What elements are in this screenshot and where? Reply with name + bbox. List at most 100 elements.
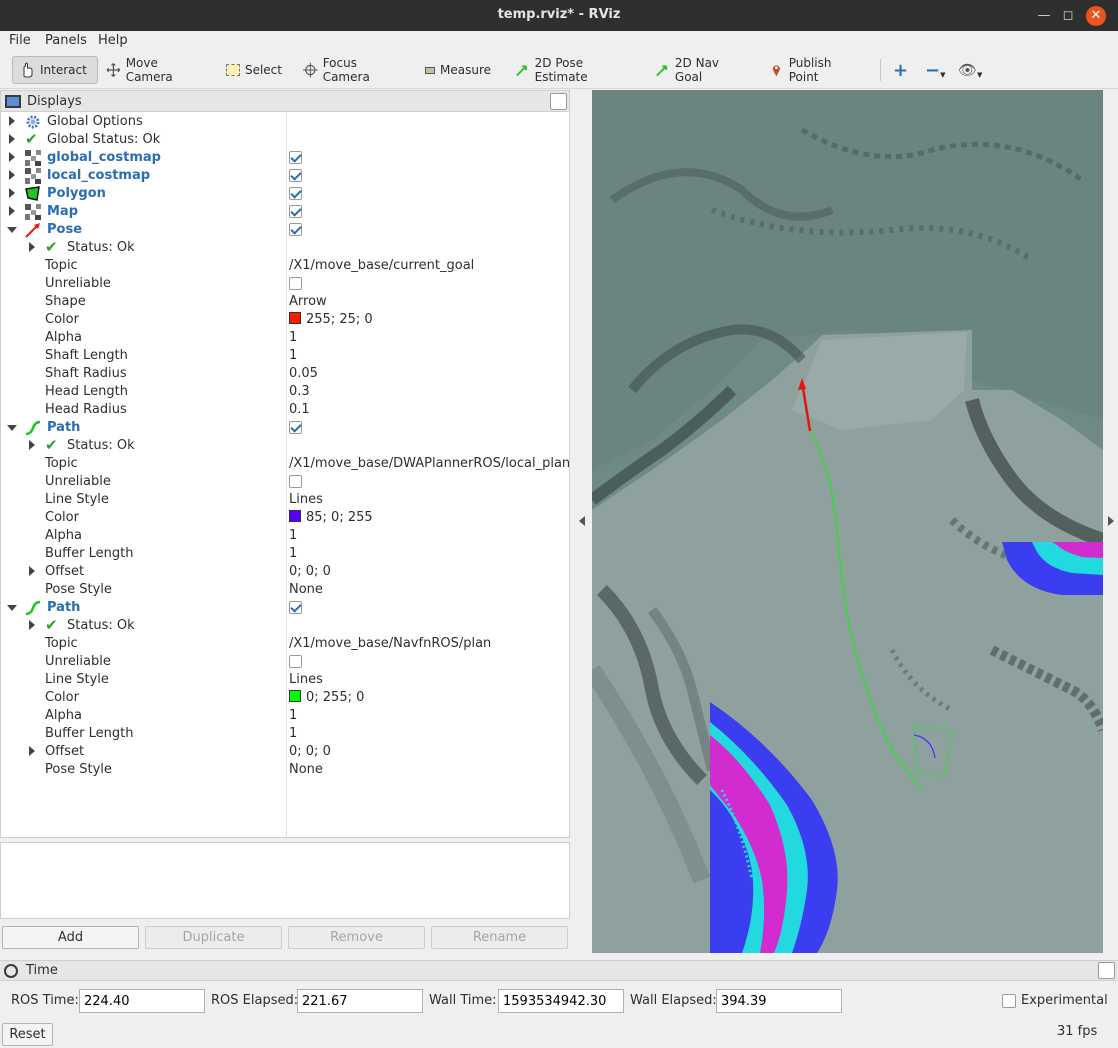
property-value[interactable]: 1 [289, 546, 297, 561]
property-value[interactable]: 0; 0; 0 [289, 744, 331, 759]
tree-row-path-local-alpha[interactable]: Alpha 1 [1, 527, 569, 545]
tree-row-path-global-status[interactable]: ✔ Status: Ok [1, 616, 569, 635]
tree-row-pose-shape[interactable]: Shape Arrow [1, 293, 569, 311]
property-value[interactable]: Arrow [289, 294, 327, 309]
property-value[interactable]: 0; 255; 0 [289, 690, 364, 705]
unreliable-checkbox[interactable] [289, 475, 302, 488]
property-value[interactable]: 1 [289, 528, 297, 543]
enabled-checkbox[interactable] [289, 169, 302, 182]
tree-row-path-global-line-style[interactable]: Line Style Lines [1, 671, 569, 689]
focus-camera-tool-button[interactable]: Focus Camera [296, 56, 408, 84]
tree-row-path-global-buffer[interactable]: Buffer Length 1 [1, 725, 569, 743]
tree-row-path-local-pose-style[interactable]: Pose Style None [1, 581, 569, 599]
property-value[interactable]: 1 [289, 348, 297, 363]
expand-arrow-icon[interactable] [9, 170, 15, 180]
tree-row-pose-topic[interactable]: Topic /X1/move_base/current_goal [1, 257, 569, 275]
tree-row-path-global-topic[interactable]: Topic /X1/move_base/NavfnROS/plan [1, 635, 569, 653]
tree-row-path-global-alpha[interactable]: Alpha 1 [1, 707, 569, 725]
tree-row-pose-shaft-radius[interactable]: Shaft Radius 0.05 [1, 365, 569, 383]
float-panel-button[interactable] [1098, 962, 1115, 979]
property-value[interactable]: /X1/move_base/NavfnROS/plan [289, 636, 491, 651]
expand-arrow-icon[interactable] [29, 440, 35, 450]
unreliable-checkbox[interactable] [289, 277, 302, 290]
expand-arrow-icon[interactable] [9, 152, 15, 162]
property-value[interactable]: /X1/move_base/DWAPlannerROS/local_plan [289, 456, 569, 471]
minimize-icon[interactable]: — [1034, 6, 1054, 26]
wall-elapsed-field[interactable] [716, 989, 842, 1013]
tree-row-pose-unreliable[interactable]: Unreliable [1, 275, 569, 293]
remove-tool-button[interactable]: − ▼ [921, 56, 949, 84]
tree-row-path-local-status[interactable]: ✔ Status: Ok [1, 436, 569, 455]
enabled-checkbox[interactable] [289, 205, 302, 218]
publish-point-tool-button[interactable]: Publish Point [762, 56, 866, 84]
enabled-checkbox[interactable] [289, 421, 302, 434]
tree-row-path-local[interactable]: Path [1, 419, 569, 437]
tree-row-global-costmap[interactable]: global_costmap [1, 149, 569, 167]
select-tool-button[interactable]: Select [219, 56, 289, 84]
tree-row-pose[interactable]: Pose [1, 221, 569, 239]
property-value[interactable]: 255; 25; 0 [289, 312, 373, 327]
property-value[interactable]: 0.3 [289, 384, 310, 399]
expand-arrow-icon[interactable] [9, 116, 15, 126]
property-value[interactable]: 85; 0; 255 [289, 510, 373, 525]
rename-button[interactable]: Rename [431, 926, 568, 949]
reset-button[interactable]: Reset [2, 1023, 53, 1046]
panels-tool-button[interactable]: 👁 ▼ [954, 56, 984, 84]
duplicate-button[interactable]: Duplicate [145, 926, 282, 949]
property-value[interactable]: 0; 0; 0 [289, 564, 331, 579]
maximize-icon[interactable]: ◻ [1058, 6, 1078, 26]
unreliable-checkbox[interactable] [289, 655, 302, 668]
ros-time-field[interactable] [79, 989, 205, 1013]
collapse-left-handle-icon[interactable] [579, 516, 587, 526]
expand-arrow-icon[interactable] [9, 206, 15, 216]
measure-tool-button[interactable]: Measure [418, 56, 498, 84]
property-value[interactable]: None [289, 582, 323, 597]
property-value[interactable]: 0.1 [289, 402, 310, 417]
tree-row-path-local-topic[interactable]: Topic /X1/move_base/DWAPlannerROS/local_… [1, 455, 569, 473]
enabled-checkbox[interactable] [289, 187, 302, 200]
tree-row-path-global[interactable]: Path [1, 599, 569, 617]
tree-row-global-options[interactable]: Global Options [1, 113, 569, 131]
property-value[interactable]: None [289, 762, 323, 777]
nav-goal-tool-button[interactable]: 2D Nav Goal [648, 56, 752, 84]
expand-arrow-icon[interactable] [29, 620, 35, 630]
collapse-arrow-icon[interactable] [7, 227, 17, 233]
tree-row-path-local-buffer[interactable]: Buffer Length 1 [1, 545, 569, 563]
add-button[interactable]: Add [2, 926, 139, 949]
tree-row-pose-shaft-length[interactable]: Shaft Length 1 [1, 347, 569, 365]
tree-row-path-local-color[interactable]: Color 85; 0; 255 [1, 509, 569, 527]
expand-arrow-icon[interactable] [9, 188, 15, 198]
move-camera-tool-button[interactable]: Move Camera [99, 56, 209, 84]
ros-elapsed-field[interactable] [297, 989, 423, 1013]
tree-row-pose-head-length[interactable]: Head Length 0.3 [1, 383, 569, 401]
enabled-checkbox[interactable] [289, 151, 302, 164]
float-panel-button[interactable] [550, 93, 567, 110]
tree-row-path-global-color[interactable]: Color 0; 255; 0 [1, 689, 569, 707]
tree-row-path-global-offset[interactable]: Offset 0; 0; 0 [1, 743, 569, 761]
collapse-arrow-icon[interactable] [7, 605, 17, 611]
tree-row-path-global-pose-style[interactable]: Pose Style None [1, 761, 569, 779]
expand-arrow-icon[interactable] [29, 566, 35, 576]
collapse-arrow-icon[interactable] [7, 425, 17, 431]
property-value[interactable]: 0.05 [289, 366, 318, 381]
tree-row-path-local-line-style[interactable]: Line Style Lines [1, 491, 569, 509]
expand-arrow-icon[interactable] [29, 242, 35, 252]
tree-row-global-status[interactable]: ✔ Global Status: Ok [1, 130, 569, 149]
tree-row-local-costmap[interactable]: local_costmap [1, 167, 569, 185]
tree-row-path-local-offset[interactable]: Offset 0; 0; 0 [1, 563, 569, 581]
tree-row-pose-head-radius[interactable]: Head Radius 0.1 [1, 401, 569, 419]
property-value[interactable]: Lines [289, 492, 323, 507]
enabled-checkbox[interactable] [289, 601, 302, 614]
property-value[interactable]: Lines [289, 672, 323, 687]
expand-arrow-icon[interactable] [29, 746, 35, 756]
experimental-checkbox[interactable] [1002, 994, 1016, 1008]
menu-panels[interactable]: Panels [45, 33, 87, 48]
wall-time-field[interactable] [498, 989, 624, 1013]
tree-row-pose-alpha[interactable]: Alpha 1 [1, 329, 569, 347]
property-value[interactable]: /X1/move_base/current_goal [289, 258, 474, 273]
pose-estimate-tool-button[interactable]: 2D Pose Estimate [508, 56, 638, 84]
property-value[interactable]: 1 [289, 708, 297, 723]
tree-row-pose-status[interactable]: ✔ Status: Ok [1, 238, 569, 257]
interact-tool-button[interactable]: Interact [12, 56, 98, 84]
expand-arrow-icon[interactable] [9, 134, 15, 144]
